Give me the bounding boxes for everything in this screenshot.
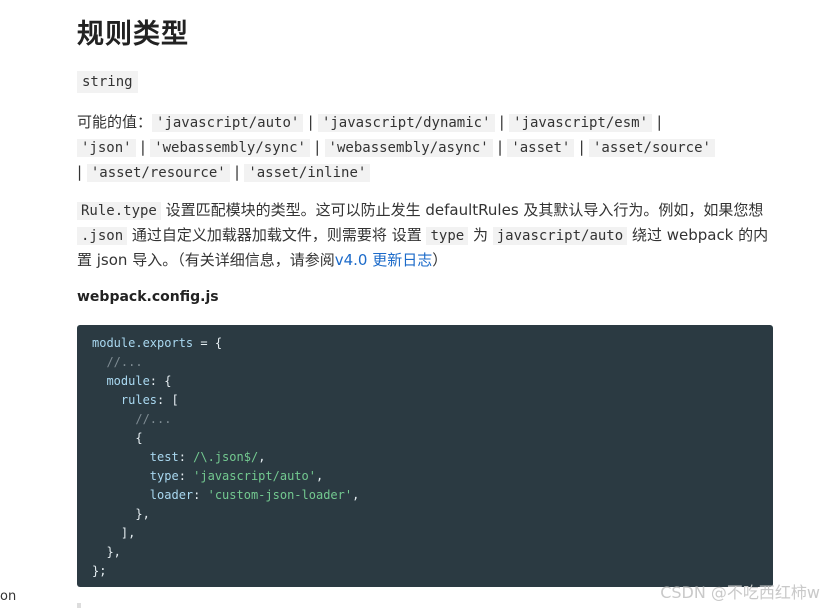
desc-text: 为 <box>468 226 493 244</box>
changelog-link[interactable]: v4.0 更新日志 <box>335 251 433 269</box>
code-content: module.exports = { //... module: { rules… <box>77 325 773 581</box>
code-token: , <box>258 450 266 464</box>
value-code: 'webassembly/async' <box>324 139 493 157</box>
desc-text: 通过自定义加载器加载文件，则需要将 设置 <box>127 226 427 244</box>
separator: | <box>656 113 662 131</box>
inline-code-type: type <box>426 227 469 245</box>
values-prefix: 可能的值： <box>77 113 153 131</box>
value-code: 'javascript/esm' <box>509 114 652 132</box>
code-token: : { <box>149 374 172 388</box>
code-token: type <box>92 469 179 483</box>
config-filename: webpack.config.js <box>77 289 219 305</box>
desc-text: 设置匹配模块的类型。这可以防止发生 defaultRules 及其默认导入行为。… <box>160 201 764 219</box>
code-token: , <box>352 488 360 502</box>
scroll-marker <box>77 603 81 608</box>
code-token: { <box>92 431 143 445</box>
separator: | <box>140 138 146 156</box>
value-code: 'webassembly/sync' <box>150 139 310 157</box>
separator: | <box>499 113 505 131</box>
separator: | <box>497 138 503 156</box>
code-token: }, <box>92 507 150 521</box>
inline-code-rule-type: Rule.type <box>77 202 161 220</box>
separator: | <box>77 163 83 181</box>
code-comment: //... <box>92 412 172 426</box>
separator: | <box>308 113 314 131</box>
code-block: module.exports = { //... module: { rules… <box>77 325 773 587</box>
code-string: 'javascript/auto' <box>193 469 316 483</box>
value-code: 'javascript/dynamic' <box>317 114 495 132</box>
value-code: 'asset/inline' <box>244 164 371 182</box>
separator: | <box>314 138 320 156</box>
values-line-1: 可能的值：'javascript/auto' | 'javascript/dyn… <box>77 110 777 135</box>
code-token: }, <box>92 545 121 559</box>
separator: | <box>234 163 240 181</box>
code-token: : <box>178 469 194 483</box>
description-paragraph: Rule.type 设置匹配模块的类型。这可以防止发生 defaultRules… <box>77 198 777 272</box>
code-token: , <box>315 469 324 483</box>
value-code: 'asset' <box>507 139 575 157</box>
page-title: 规则类型 <box>77 19 189 50</box>
values-line-2: 'json' | 'webassembly/sync' | 'webassemb… <box>77 135 777 160</box>
separator: | <box>579 138 585 156</box>
csdn-watermark: CSDN @不吃西红柿w <box>660 583 820 602</box>
value-code: 'asset/source' <box>588 139 715 157</box>
type-chip: string <box>77 71 138 93</box>
value-code: 'asset/resource' <box>86 164 230 182</box>
desc-text: ） <box>432 251 448 269</box>
clipped-text: on <box>0 589 17 604</box>
code-token: loader <box>92 488 194 502</box>
code-token: : [ <box>157 393 179 407</box>
code-token: ], <box>92 526 136 540</box>
value-code: 'javascript/auto' <box>152 114 304 132</box>
code-string: 'custom-json-loader' <box>207 488 353 502</box>
code-token: test <box>92 450 179 464</box>
code-token: : <box>193 488 208 502</box>
code-token: = { <box>193 336 223 350</box>
code-token: rules <box>92 393 158 407</box>
value-code: 'json' <box>77 139 136 157</box>
possible-values: 可能的值：'javascript/auto' | 'javascript/dyn… <box>77 110 777 185</box>
code-comment: //... <box>92 355 143 369</box>
inline-code-javascript-auto: javascript/auto <box>492 227 628 245</box>
inline-code-json: .json <box>77 227 128 245</box>
values-line-3: | 'asset/resource' | 'asset/inline' <box>77 160 777 185</box>
code-regex: /\.json$/ <box>193 450 259 464</box>
code-token: }; <box>92 564 107 578</box>
code-token: module <box>92 374 150 388</box>
code-token: : <box>178 450 194 464</box>
code-token: module.exports <box>92 336 194 350</box>
